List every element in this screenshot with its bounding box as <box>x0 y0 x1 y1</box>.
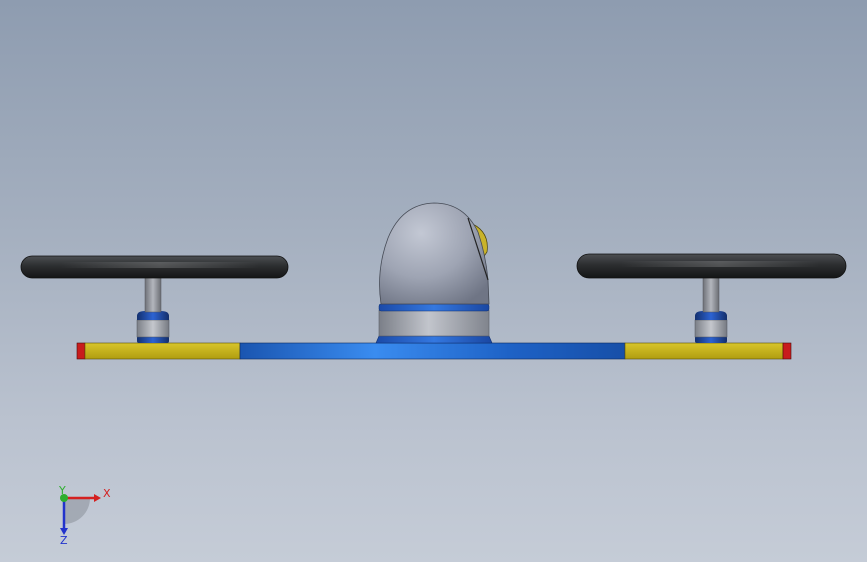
left-rotor-assembly[interactable] <box>20 255 289 343</box>
frame-end-cap-right <box>782 342 792 360</box>
left-motor-housing <box>136 319 170 338</box>
x-axis-label: X <box>103 487 111 500</box>
right-motor-housing <box>694 319 728 338</box>
orientation-triad: X Y Z <box>58 484 111 544</box>
drone-model-side-view[interactable] <box>0 0 867 562</box>
y-axis-label: Y <box>58 484 66 497</box>
right-motor-top <box>695 311 727 320</box>
left-motor-top <box>137 311 169 320</box>
central-hub[interactable] <box>375 202 493 344</box>
cad-viewport[interactable]: X Y Z <box>0 0 867 562</box>
left-motor-shaft <box>144 275 162 313</box>
hub-mount-plate <box>375 335 493 344</box>
hub-base-ring <box>378 309 490 337</box>
frame-segment-left <box>84 342 241 360</box>
z-axis-label: Z <box>60 534 68 544</box>
x-axis-arrow-icon <box>94 494 101 502</box>
right-rotor-assembly[interactable] <box>576 253 847 343</box>
right-motor-shaft <box>702 275 720 313</box>
frame-segment-right <box>624 342 784 360</box>
sensor-dome <box>379 202 490 305</box>
frame-arm[interactable] <box>76 342 792 360</box>
hub-top-band <box>378 303 490 312</box>
frame-segment-center <box>239 342 626 360</box>
frame-end-cap-left <box>76 342 86 360</box>
triad-plane-shade <box>64 498 90 524</box>
